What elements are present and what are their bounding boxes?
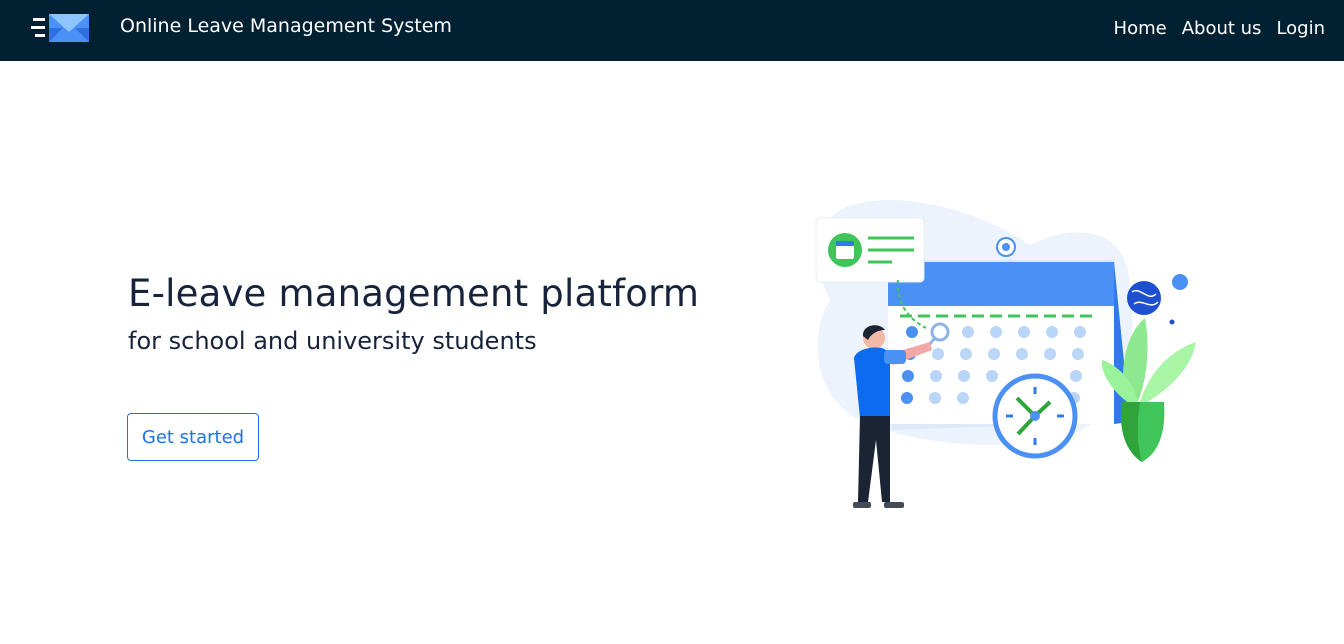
clock-icon <box>992 373 1078 459</box>
hero-subtitle: for school and university students <box>128 327 537 355</box>
globe-icon <box>1127 274 1188 325</box>
calendar-scheduling-illustration <box>815 199 1196 508</box>
hero-title: E-leave management platform <box>128 272 700 315</box>
brand-name[interactable]: Online Leave Management System <box>120 15 452 37</box>
get-started-button[interactable]: Get started <box>127 413 259 461</box>
nav-login-link[interactable]: Login <box>1276 18 1325 39</box>
nav-home-link[interactable]: Home <box>1114 18 1167 39</box>
nav-links: Home About us Login <box>1114 18 1325 39</box>
nav-about-link[interactable]: About us <box>1182 18 1262 39</box>
envelope-logo-icon[interactable] <box>31 12 91 44</box>
top-navbar: Online Leave Management System Home Abou… <box>0 0 1344 61</box>
